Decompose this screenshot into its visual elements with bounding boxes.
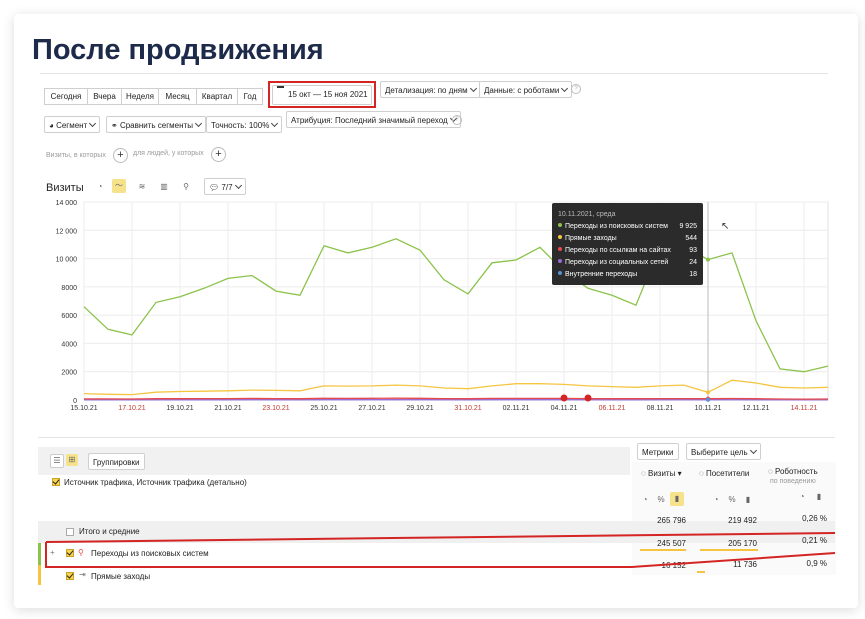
highlight-row-outline — [45, 532, 836, 568]
